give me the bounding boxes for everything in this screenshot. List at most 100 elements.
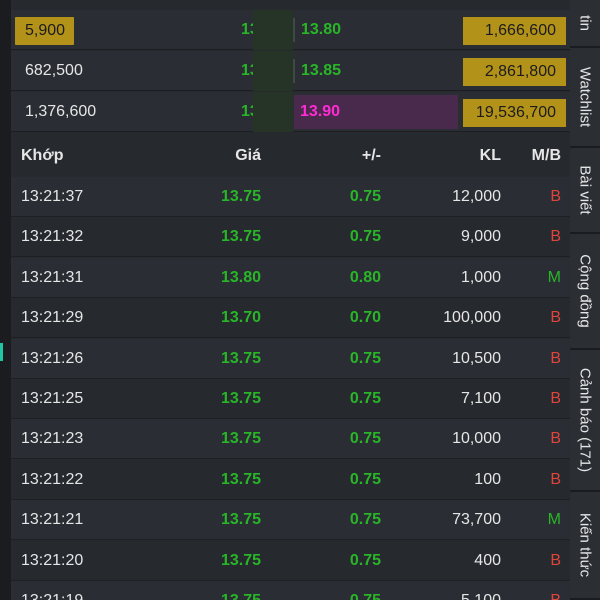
side-tab-bar: tin Watchlist Bài viết Cộng đồng Cảnh bá… <box>570 0 600 600</box>
trade-row: 13:21:19 13.75 0.75 5,100 B <box>11 581 570 600</box>
trade-change: 0.75 <box>271 581 381 600</box>
header-side[interactable]: M/B <box>511 136 561 176</box>
trade-change: 0.75 <box>349 470 381 488</box>
ask-volume: 1,666,600 <box>463 17 566 45</box>
trade-volume: 7,100 <box>460 390 501 407</box>
header-price[interactable]: Giá <box>151 136 261 176</box>
trade-time: 13:21:37 <box>21 188 84 205</box>
trade-volume: 12,000 <box>452 188 501 205</box>
bid-volume: 1,376,600 <box>25 103 97 120</box>
trade-side: B <box>550 188 561 205</box>
bid-depth-bar <box>253 10 293 50</box>
trade-change: 0.75 <box>349 430 381 448</box>
trade-side: B <box>550 470 561 488</box>
trade-change: 0.75 <box>349 390 381 407</box>
trade-volume: 400 <box>474 551 501 569</box>
trade-time: 13:21:29 <box>21 309 84 327</box>
trade-price: 13.75 <box>220 228 261 246</box>
trade-time: 13:21:25 <box>21 390 84 407</box>
tab-community-label: Cộng đồng <box>576 254 594 328</box>
trade-volume: 10,500 <box>452 349 501 367</box>
order-book-row: 1,376,600 13.65 13.90 19,536,700 <box>11 92 570 132</box>
trade-row: 13:21:23 13.75 0.75 10,000 B <box>11 419 570 460</box>
trade-side: B <box>511 581 561 600</box>
tab-watchlist[interactable]: Watchlist <box>570 48 600 148</box>
bid-depth-bar <box>253 92 293 132</box>
stock-panel: 5,900 13.75 13.80 1,666,600 682,500 13.7… <box>11 0 570 600</box>
trade-volume: 1,000 <box>460 268 501 286</box>
trade-row: 13:21:25 13.75 0.75 7,100 B <box>11 379 570 419</box>
trade-price: 13.75 <box>220 188 261 205</box>
trade-side: B <box>550 349 561 367</box>
trade-time: 13:21:23 <box>21 430 84 448</box>
ask-price: 13.80 <box>301 21 342 38</box>
trade-time: 13:21:20 <box>21 551 84 569</box>
tab-posts-label: Bài viết <box>576 165 594 215</box>
trade-volume: 73,700 <box>452 511 501 529</box>
trade-time: 13:21:32 <box>21 228 84 246</box>
trade-price: 13.75 <box>220 430 261 448</box>
trade-price: 13.75 <box>220 551 261 569</box>
tab-watchlist-label: Watchlist <box>576 66 594 128</box>
tab-alerts[interactable]: Cảnh báo (171) <box>570 350 600 492</box>
trade-volume: 5,100 <box>391 581 501 600</box>
order-book-row: 5,900 13.75 13.80 1,666,600 <box>11 10 570 50</box>
header-time[interactable]: Khớp <box>21 136 121 176</box>
tab-posts[interactable]: Bài viết <box>570 148 600 234</box>
trade-row: 13:21:31 13.80 0.80 1,000 M <box>11 257 570 298</box>
trade-side: B <box>550 551 561 569</box>
trade-volume: 9,000 <box>460 228 501 246</box>
trade-row: 13:21:20 13.75 0.75 400 B <box>11 540 570 581</box>
order-book-row: 682,500 13.70 13.85 2,861,800 <box>11 51 570 91</box>
bid-volume: 5,900 <box>15 17 74 45</box>
trade-side: M <box>547 511 561 529</box>
tab-knowledge-label: Kiến thức <box>576 512 594 578</box>
trades-header: Khớp Giá +/- KL M/B <box>11 136 570 176</box>
trade-side: B <box>550 309 561 327</box>
ask-price: 13.85 <box>301 62 342 79</box>
trade-time: 13:21:22 <box>21 470 84 488</box>
bid-depth-bar <box>253 51 293 91</box>
trade-row: 13:21:22 13.75 0.75 100 B <box>11 459 570 500</box>
trade-volume: 100,000 <box>443 309 501 327</box>
price-divider <box>293 18 295 42</box>
trade-time: 13:21:26 <box>21 349 84 367</box>
trade-price: 13.80 <box>220 268 261 286</box>
ask-price-ceiling: 13.90 <box>294 95 458 129</box>
trade-row: 13:21:32 13.75 0.75 9,000 B <box>11 217 570 258</box>
trade-side: B <box>550 390 561 407</box>
trade-price: 13.75 <box>220 470 261 488</box>
header-change[interactable]: +/- <box>271 136 381 176</box>
tab-news[interactable]: tin <box>570 0 600 48</box>
trade-side: B <box>550 228 561 246</box>
tab-community[interactable]: Cộng đồng <box>570 234 600 350</box>
trade-change: 0.70 <box>349 309 381 327</box>
bid-volume: 682,500 <box>25 62 83 79</box>
trade-price: 13.75 <box>151 581 261 600</box>
tab-news-label: tin <box>576 15 594 31</box>
trade-change: 0.80 <box>349 268 381 286</box>
trade-time: 13:21:31 <box>21 268 84 286</box>
ask-volume: 2,861,800 <box>463 58 566 86</box>
trade-price: 13.75 <box>220 511 261 529</box>
trade-change: 0.75 <box>349 228 381 246</box>
trade-price: 13.70 <box>220 309 261 327</box>
trade-change: 0.75 <box>349 188 381 205</box>
trade-side: B <box>550 430 561 448</box>
ask-volume: 19,536,700 <box>463 99 566 127</box>
trade-row: 13:21:26 13.75 0.75 10,500 B <box>11 338 570 379</box>
trade-row: 13:21:29 13.70 0.70 100,000 B <box>11 298 570 339</box>
trade-time: 13:21:21 <box>21 511 84 529</box>
trade-volume: 100 <box>474 470 501 488</box>
trade-side: M <box>547 268 561 286</box>
price-divider <box>293 59 295 83</box>
trade-change: 0.75 <box>349 349 381 367</box>
tab-knowledge[interactable]: Kiến thức <box>570 492 600 600</box>
header-volume[interactable]: KL <box>391 136 501 176</box>
trade-change: 0.75 <box>349 511 381 529</box>
trade-row: 13:21:37 13.75 0.75 12,000 B <box>11 177 570 217</box>
trade-change: 0.75 <box>349 551 381 569</box>
left-gutter <box>0 0 11 600</box>
trade-price: 13.75 <box>220 390 261 407</box>
active-marker <box>0 343 3 361</box>
